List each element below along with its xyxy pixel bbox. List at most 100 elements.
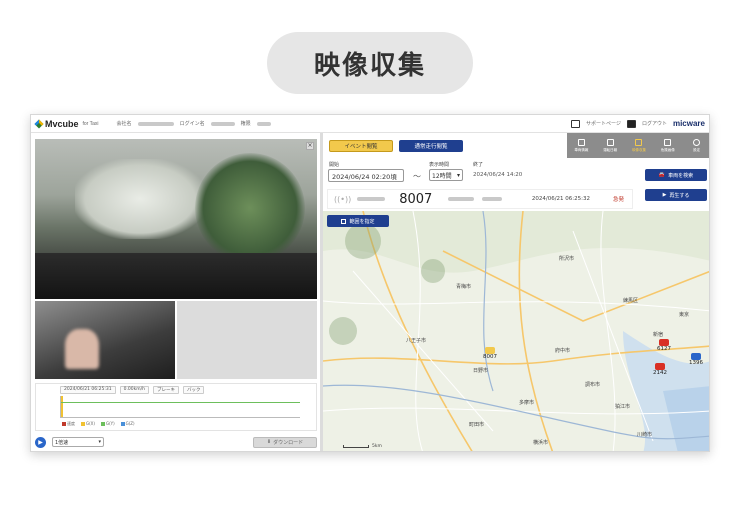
play-button[interactable]: ▶: [35, 436, 46, 448]
gear-icon: [693, 138, 701, 146]
download-button[interactable]: ⬇ ダウンロード: [253, 436, 317, 448]
video-collect-icon: [635, 138, 643, 146]
map-place-label: 八王子市: [406, 338, 427, 344]
blurred-value: [357, 197, 386, 201]
marker-label: 1396: [689, 360, 703, 366]
map-canvas: [323, 211, 709, 451]
logo-text: Mvcube: [45, 118, 79, 129]
logo[interactable]: Mvcube for Taxi: [34, 118, 99, 129]
vehicle-info-icon: [577, 138, 585, 146]
graph-legend: 速度 G(X) G(Y) G(Z): [62, 421, 135, 427]
end-value: 2024/06/24 14:20: [473, 172, 523, 178]
app-screenshot: Mvcube for Taxi 会社名 ログイン名 権限 サポートページ ログア…: [30, 114, 710, 452]
vehicle-marker[interactable]: 1396: [689, 353, 703, 366]
chevron-down-icon: ▾: [456, 171, 460, 179]
range-tilde: ～: [413, 172, 421, 181]
search-vehicle-button[interactable]: 🚘 車両を検索: [645, 169, 707, 181]
blurred-value: [482, 197, 503, 201]
car-icon: [659, 339, 669, 346]
header-meta: 会社名 ログイン名 権限: [117, 120, 271, 127]
meta-company-label: 会社名: [116, 121, 132, 127]
graph-speed: 0.00km/h: [119, 386, 149, 394]
map-place-label: 多摩市: [519, 400, 535, 406]
logout-link[interactable]: ログアウト: [642, 120, 667, 127]
tab-event-view[interactable]: イベント閲覧: [329, 140, 393, 152]
nav-report[interactable]: 運転日報: [596, 133, 625, 158]
logo-cube-icon: [34, 118, 44, 129]
marker-label: 6127: [657, 346, 671, 352]
download-icon: ⬇: [266, 439, 272, 445]
graph-brake[interactable]: ブレーキ: [152, 386, 179, 394]
end-label: 終了: [473, 162, 484, 168]
play-video-button[interactable]: ▶ 再生する: [645, 189, 707, 201]
download-label: ダウンロード: [273, 439, 304, 446]
cursor-line[interactable]: [61, 396, 63, 417]
duration-label: 表示時間: [429, 162, 450, 168]
brand-logo: micware: [672, 119, 705, 128]
map-place-label: 狛江市: [615, 404, 631, 410]
cabin-camera-video[interactable]: [35, 301, 175, 379]
map-view[interactable]: 青梅市 八王子市 町田市 府中市 調布市 狛江市 川崎市 横浜市 東京 新宿 練…: [323, 211, 709, 451]
sensor-graph: 2024/06/21 06:25:31 0.00km/h ブレーキ バック 速度…: [35, 383, 317, 431]
map-place-label: 町田市: [469, 422, 485, 428]
map-place-label: 新宿: [653, 332, 664, 338]
close-icon[interactable]: ×: [306, 142, 314, 150]
start-datetime-input[interactable]: 2024/06/24 02:20頃: [328, 169, 404, 182]
vehicle-marker[interactable]: 2142: [653, 363, 667, 376]
car-icon: [655, 363, 665, 370]
map-place-label: 調布市: [585, 382, 601, 388]
car-icon: [485, 347, 495, 354]
report-icon: [606, 138, 614, 146]
duration-select[interactable]: 12時間 ▾: [429, 169, 463, 181]
speed-select[interactable]: 1倍速 ▾: [52, 437, 104, 447]
map-place-label: 練馬区: [623, 298, 639, 304]
map-place-label: 川崎市: [637, 432, 653, 438]
meta-login-label: ログイン名: [179, 121, 205, 127]
scale-bar: [343, 445, 369, 448]
player-bar: ▶ 1倍速 ▾ ⬇ ダウンロード: [35, 435, 317, 449]
map-place-label: 日野市: [473, 368, 489, 374]
map-place-label: 横浜市: [533, 440, 549, 446]
front-camera-video[interactable]: ×: [35, 139, 317, 299]
warning-icon: [664, 138, 672, 146]
support-icon[interactable]: [571, 119, 581, 128]
map-place-label: 所沢市: [559, 256, 575, 262]
support-link[interactable]: サポートページ: [586, 120, 621, 127]
select-area-button[interactable]: 範囲を指定: [327, 215, 389, 227]
vehicle-number: 8007: [399, 191, 433, 207]
banner-title: 映像収集: [267, 32, 473, 94]
legend-item: G(X): [81, 421, 95, 427]
empty-camera-slot: [177, 301, 317, 379]
blurred-value: [256, 121, 271, 126]
logo-sub: for Taxi: [82, 120, 99, 127]
right-panel: イベント閲覧 通常走行閲覧 車両情報 運転日報 映像収集 危険画像 設定 開始 …: [323, 133, 709, 451]
app-header: Mvcube for Taxi 会社名 ログイン名 権限 サポートページ ログア…: [31, 115, 709, 133]
vehicle-marker[interactable]: 6127: [657, 339, 671, 352]
marker-label: 2142: [653, 370, 667, 376]
chevron-down-icon: ▾: [98, 439, 101, 445]
map-scale: 5km: [343, 444, 382, 449]
meta-role-label: 権限: [240, 121, 251, 127]
blurred-value: [137, 121, 174, 126]
blurred-value: [448, 197, 475, 201]
nav-warning[interactable]: 危険画像: [653, 133, 682, 158]
nav-settings[interactable]: 設定: [682, 133, 709, 158]
selected-vehicle-row[interactable]: ((•)) 8007 2024/06/21 06:25:32 急発: [327, 189, 633, 209]
start-value: 2024/06/24 02:20頃: [332, 172, 397, 181]
nav-vehicle-info[interactable]: 車両情報: [567, 133, 596, 158]
legend-item: G(Y): [100, 421, 115, 427]
tab-normal-view[interactable]: 通常走行閲覧: [399, 140, 463, 152]
graph-back[interactable]: バック: [182, 386, 205, 394]
legend-item: G(Z): [120, 421, 135, 427]
event-status: 急発: [612, 197, 624, 203]
nav-video-collect[interactable]: 映像収集: [625, 133, 654, 158]
car-icon: 🚘: [658, 172, 666, 178]
header-right: サポートページ ログアウト micware: [571, 119, 705, 128]
logout-icon[interactable]: [626, 119, 636, 128]
map-place-label: 府中市: [555, 348, 571, 354]
start-label: 開始: [329, 162, 340, 168]
vehicle-marker-selected[interactable]: 8007: [483, 347, 497, 360]
blurred-driver: [65, 329, 99, 369]
graph-time: 2024/06/21 06:25:31: [60, 386, 116, 394]
blurred-value: [210, 121, 235, 126]
